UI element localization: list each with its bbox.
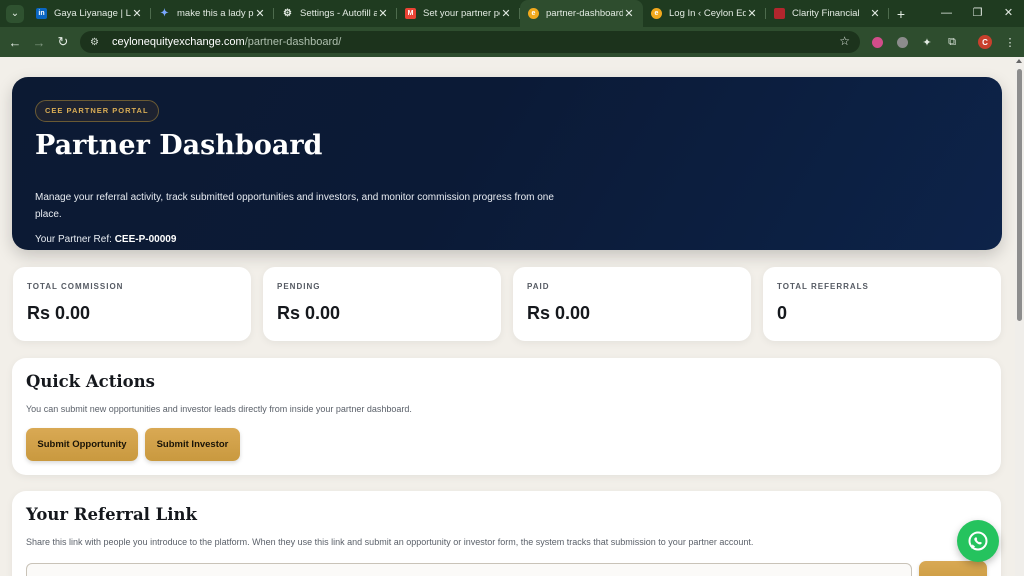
scrollbar-thumb[interactable] [1017, 69, 1022, 321]
site-favicon-icon: e [651, 8, 662, 19]
browser-tab[interactable]: Clarity Financial ✕ [766, 0, 889, 27]
extension-puzzle-icon[interactable]: ✦ [916, 31, 938, 53]
tab-close-icon[interactable]: ✕ [377, 7, 389, 20]
submit-investor-button[interactable]: Submit Investor [145, 428, 240, 461]
browser-tab-label: Settings - Autofill and [300, 8, 377, 19]
browser-tab[interactable]: ⚙ Settings - Autofill and✕ [274, 0, 397, 27]
site-favicon-icon: e [528, 8, 539, 19]
extension-grey-icon[interactable] [891, 31, 913, 53]
stat-card-total-commission: TOTAL COMMISSION Rs 0.00 [13, 267, 251, 341]
back-arrow-icon[interactable]: ← [3, 35, 27, 50]
browser-tab-label: partner-dashboard - [546, 8, 623, 19]
stat-value: Rs 0.00 [527, 303, 591, 323]
stat-label: TOTAL REFERRALS [777, 282, 869, 291]
page-viewport: CEE PARTNER PORTAL Partner Dashboard Man… [0, 57, 1024, 576]
whatsapp-chat-button[interactable] [957, 520, 999, 562]
tab-close-icon[interactable]: ✕ [254, 7, 266, 20]
clarity-favicon-icon [774, 8, 785, 19]
tab-close-icon[interactable]: ✕ [500, 7, 512, 20]
referral-link-input[interactable] [26, 563, 912, 576]
scroll-up-arrow-icon[interactable] [1016, 59, 1022, 63]
copy-link-button[interactable] [919, 561, 987, 576]
browser-tab-label: Gaya Liyanage | Linke [54, 8, 131, 19]
tab-close-icon[interactable]: ✕ [746, 7, 758, 20]
quick-actions-card: Quick Actions You can submit new opportu… [12, 358, 1001, 475]
partner-ref: Your Partner Ref: CEE-P-00009 [35, 234, 176, 245]
url-domain: ceylonequityexchange.com [112, 36, 245, 48]
stat-value: 0 [777, 303, 788, 323]
hero-description: Manage your referral activity, track sub… [35, 192, 554, 220]
extensions-area: ✦ ⧉ C ⋮ [866, 27, 1024, 57]
bookmark-star-icon[interactable]: ☆ [839, 34, 850, 48]
browser-tab[interactable]: e partner-dashboard - ✕ [520, 0, 643, 27]
forward-arrow-icon[interactable]: → [27, 35, 51, 50]
referral-link-card: Your Referral Link Share this link with … [12, 491, 1001, 576]
tab-close-icon[interactable]: ✕ [623, 7, 635, 20]
tab-search-chevron-icon[interactable]: ⌄ [6, 4, 24, 23]
stat-label: PENDING [277, 282, 321, 291]
browser-toolbar: ← → ↻ ⚙ ceylonequityexchange.com/partner… [0, 27, 1024, 57]
browser-tab[interactable]: e Log In ‹ Ceylon Equit✕ [643, 0, 766, 27]
hero-banner: CEE PARTNER PORTAL Partner Dashboard Man… [12, 77, 1002, 250]
tab-close-icon[interactable]: ✕ [131, 7, 143, 20]
browser-tabstrip: ⌄ inGaya Liyanage | Linke✕✦make this a l… [0, 0, 1024, 27]
close-window-icon[interactable]: ✕ [993, 0, 1024, 27]
browser-tab-label: make this a lady profe [177, 8, 254, 19]
reload-icon[interactable]: ↻ [51, 34, 75, 50]
stat-card-total-referrals: TOTAL REFERRALS 0 [763, 267, 1001, 341]
url-path: /partner-dashboard/ [244, 36, 342, 48]
extension-pink-icon[interactable] [866, 31, 888, 53]
address-bar[interactable]: ⚙ ceylonequityexchange.com/partner-dashb… [80, 31, 860, 53]
partner-ref-value: CEE-P-00009 [114, 234, 177, 245]
stat-value: Rs 0.00 [277, 303, 341, 323]
browser-tab[interactable]: ✦ make this a lady profe✕ [151, 0, 274, 27]
referral-link-text: Share this link with people you introduc… [26, 537, 754, 547]
minimize-icon[interactable]: — [931, 0, 962, 27]
gmail-icon: M [405, 8, 416, 19]
whatsapp-icon [968, 531, 988, 551]
extensions-menu-icon[interactable]: ⧉ [941, 31, 963, 53]
profile-avatar-icon[interactable]: C [974, 31, 996, 53]
maximize-icon[interactable]: ❐ [962, 0, 993, 27]
site-info-icon[interactable]: ⚙ [90, 37, 102, 48]
linkedin-icon: in [36, 8, 47, 19]
gemini-icon: ✦ [160, 8, 169, 19]
submit-opportunity-button[interactable]: Submit Opportunity [26, 428, 138, 461]
quick-actions-title: Quick Actions [26, 372, 155, 391]
stat-value: Rs 0.00 [27, 303, 91, 323]
stat-label: PAID [527, 282, 550, 291]
partner-ref-label: Your Partner Ref: [35, 234, 115, 245]
browser-tab[interactable]: M Set your partner port✕ [397, 0, 520, 27]
browser-tab-label: Clarity Financial [792, 8, 860, 19]
quick-actions-text: You can submit new opportunities and inv… [26, 404, 412, 414]
url-text: ceylonequityexchange.com/partner-dashboa… [112, 36, 341, 48]
stat-card-paid: PAID Rs 0.00 [513, 267, 751, 341]
settings-gear-icon: ⚙ [283, 8, 292, 19]
browser-menu-icon[interactable]: ⋮ [999, 31, 1021, 53]
new-tab-button[interactable]: + [891, 6, 911, 22]
portal-badge: CEE PARTNER PORTAL [35, 100, 159, 122]
browser-tab-label: Set your partner port [423, 8, 500, 19]
browser-tab-label: Log In ‹ Ceylon Equit [669, 8, 746, 19]
page-scrollbar[interactable] [1015, 57, 1024, 576]
window-controls: — ❐ ✕ [931, 0, 1024, 27]
page-title: Partner Dashboard [35, 130, 323, 161]
browser-tab[interactable]: in Gaya Liyanage | Linke✕ [28, 0, 151, 27]
referral-link-title: Your Referral Link [26, 505, 197, 524]
tab-close-icon[interactable]: ✕ [869, 7, 881, 20]
stat-label: TOTAL COMMISSION [27, 282, 124, 291]
stat-card-pending: PENDING Rs 0.00 [263, 267, 501, 341]
